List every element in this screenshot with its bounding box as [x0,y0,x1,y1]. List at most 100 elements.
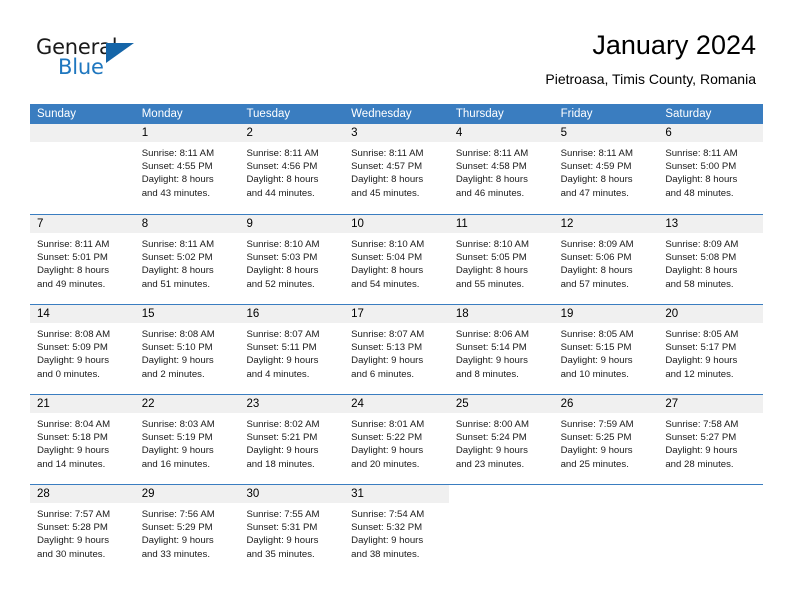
day-sun-info: Sunrise: 8:11 AM Sunset: 4:55 PM Daylight:… [135,142,240,200]
day-sunrise-text: Sunrise: 8:11 AM [351,148,424,159]
day-sunrise-text: Sunrise: 8:10 AM [246,239,320,250]
day-daylight2-text: and 54 minutes. [351,278,420,290]
calendar-day-cell[interactable]: 19 Sunrise: 8:05 AM Sunset: 5:15 PM Dayligh… [553,305,659,394]
day-sun-info: Sunrise: 8:10 AM Sunset: 5:03 PM Daylight:… [239,233,344,291]
day-daylight1-text: Daylight: 9 hours [560,355,633,367]
calendar-day-cell[interactable]: 6 Sunrise: 8:11 AM Sunset: 5:00 PM Daylight… [658,124,764,214]
calendar-day-cell[interactable]: 27 Sunrise: 7:58 AM Sunset: 5:27 PM Dayligh… [658,395,764,484]
calendar-day-cell[interactable]: 7 Sunrise: 8:11 AM Sunset: 5:01 PM Daylight… [30,215,135,304]
calendar-day-cell[interactable]: 2 Sunrise: 8:11 AM Sunset: 4:56 PM Daylight… [239,124,345,214]
day-daylight2-text: and 6 minutes. [351,368,415,380]
day-sunset-text: Sunset: 5:04 PM [351,252,423,264]
day-sunrise-text: Sunrise: 8:09 AM [560,239,634,250]
day-sunset-text: Sunset: 4:58 PM [455,161,527,173]
day-sun-info: Sunrise: 8:07 AM Sunset: 5:11 PM Daylight:… [239,323,344,381]
day-daylight1-text: Daylight: 9 hours [246,355,319,367]
day-sunset-text: Sunset: 5:22 PM [351,432,423,444]
day-sunset-text: Sunset: 5:09 PM [37,342,108,354]
day-number: 20 [658,305,764,323]
day-number: 2 [239,124,345,142]
day-number: 19 [553,305,659,323]
location-subtitle: Pietroasa, Timis County, Romania [545,71,756,87]
calendar-day-cell[interactable]: 5 Sunrise: 8:11 AM Sunset: 4:59 PM Daylight… [553,124,659,214]
day-daylight1-text: Daylight: 9 hours [37,445,109,457]
day-daylight1-text: Daylight: 9 hours [37,535,109,547]
day-number: 3 [344,124,449,142]
day-sun-info: Sunrise: 8:10 AM Sunset: 5:04 PM Daylight:… [344,233,449,291]
day-sun-info: Sunrise: 7:55 AM Sunset: 5:31 PM Daylight:… [239,503,344,561]
calendar-day-cell[interactable]: 12 Sunrise: 8:09 AM Sunset: 5:06 PM Dayligh… [553,215,659,304]
day-number: 21 [30,395,135,413]
calendar-day-cell[interactable]: 10 Sunrise: 8:10 AM Sunset: 5:04 PM Dayligh… [344,215,449,304]
day-sunset-text: Sunset: 5:02 PM [141,252,213,264]
calendar-page: General Blue January 2024 Pietroasa, Tim… [0,0,792,612]
weekday-header-monday: Monday [141,108,183,120]
calendar-day-cell[interactable]: 1 Sunrise: 8:11 AM Sunset: 4:55 PM Daylight… [134,124,240,214]
day-sunrise-text: Sunrise: 8:05 AM [560,329,634,340]
day-daylight2-text: and 51 minutes. [141,278,210,290]
day-number: 31 [344,485,449,503]
day-sunrise-text: Sunrise: 8:08 AM [37,329,111,340]
day-number: 29 [134,485,240,503]
day-daylight2-text: and 35 minutes. [246,548,315,560]
day-daylight2-text: and 20 minutes. [351,458,420,470]
day-sun-info: Sunrise: 8:11 AM Sunset: 5:00 PM Daylight:… [658,142,763,200]
calendar-day-cell[interactable]: 18 Sunrise: 8:06 AM Sunset: 5:14 PM Dayligh… [448,305,554,394]
day-daylight1-text: Daylight: 9 hours [37,355,109,367]
day-sunrise-text: Sunrise: 8:06 AM [455,329,529,340]
calendar-day-cell[interactable]: 29 Sunrise: 7:56 AM Sunset: 5:29 PM Dayligh… [134,485,240,574]
logo-triangle-icon [106,43,134,63]
day-number: 4 [448,124,554,142]
day-sunset-text: Sunset: 5:08 PM [665,252,737,264]
day-sun-info: Sunrise: 7:58 AM Sunset: 5:27 PM Daylight:… [658,413,763,471]
day-sun-info: Sunrise: 7:54 AM Sunset: 5:32 PM Daylight:… [344,503,449,561]
day-daylight2-text: and 2 minutes. [141,368,205,380]
calendar-day-cell[interactable]: 22 Sunrise: 8:03 AM Sunset: 5:19 PM Dayligh… [134,395,240,484]
day-daylight2-text: and 8 minutes. [455,368,519,380]
calendar-day-cell[interactable]: 13 Sunrise: 8:09 AM Sunset: 5:08 PM Dayligh… [658,215,764,304]
day-sunrise-text: Sunrise: 8:11 AM [665,148,738,159]
calendar-day-cell[interactable]: 4 Sunrise: 8:11 AM Sunset: 4:58 PM Daylight… [448,124,554,214]
calendar-day-cell[interactable]: 26 Sunrise: 7:59 AM Sunset: 5:25 PM Dayligh… [553,395,659,484]
calendar-day-cell[interactable]: 15 Sunrise: 8:08 AM Sunset: 5:10 PM Dayligh… [134,305,240,394]
day-daylight2-text: and 33 minutes. [141,548,210,560]
day-number: 16 [239,305,345,323]
calendar-week-row: 1 Sunrise: 8:11 AM Sunset: 4:55 PM Daylight… [30,124,764,214]
day-sun-info: Sunrise: 8:11 AM Sunset: 4:58 PM Daylight:… [449,142,554,200]
day-sun-info: Sunrise: 8:05 AM Sunset: 5:17 PM Daylight:… [658,323,763,381]
calendar-day-cell[interactable]: 17 Sunrise: 8:07 AM Sunset: 5:13 PM Dayligh… [344,305,449,394]
day-number: 25 [448,395,554,413]
day-number [30,124,135,142]
calendar-weeks: 1 Sunrise: 8:11 AM Sunset: 4:55 PM Daylight… [30,124,764,574]
day-number: 15 [134,305,240,323]
day-sunrise-text: Sunrise: 7:54 AM [351,509,425,520]
day-sunset-text: Sunset: 4:56 PM [246,161,318,173]
day-daylight1-text: Daylight: 8 hours [37,265,109,277]
day-number [658,485,764,503]
day-daylight1-text: Daylight: 8 hours [665,174,738,186]
day-sunset-text: Sunset: 5:10 PM [141,342,213,354]
day-sun-info: Sunrise: 8:11 AM Sunset: 5:02 PM Daylight:… [135,233,240,291]
calendar-day-cell[interactable]: 20 Sunrise: 8:05 AM Sunset: 5:17 PM Dayligh… [658,305,764,394]
day-sunrise-text: Sunrise: 8:04 AM [37,419,111,430]
calendar-day-cell[interactable]: 16 Sunrise: 8:07 AM Sunset: 5:11 PM Dayligh… [239,305,345,394]
calendar-day-cell[interactable]: 23 Sunrise: 8:02 AM Sunset: 5:21 PM Dayligh… [239,395,345,484]
day-daylight1-text: Daylight: 9 hours [351,535,424,547]
calendar-day-cell[interactable]: 8 Sunrise: 8:11 AM Sunset: 5:02 PM Daylight… [134,215,240,304]
calendar-day-cell[interactable]: 3 Sunrise: 8:11 AM Sunset: 4:57 PM Daylight… [344,124,449,214]
calendar-day-cell[interactable]: 30 Sunrise: 7:55 AM Sunset: 5:31 PM Dayligh… [239,485,345,574]
day-number: 10 [344,215,449,233]
day-daylight1-text: Daylight: 8 hours [141,174,214,186]
calendar-day-cell[interactable]: 24 Sunrise: 8:01 AM Sunset: 5:22 PM Dayligh… [344,395,449,484]
calendar-day-cell[interactable]: 11 Sunrise: 8:10 AM Sunset: 5:05 PM Dayligh… [448,215,554,304]
calendar-day-cell[interactable]: 14 Sunrise: 8:08 AM Sunset: 5:09 PM Dayligh… [30,305,135,394]
calendar-day-cell[interactable]: 25 Sunrise: 8:00 AM Sunset: 5:24 PM Dayligh… [448,395,554,484]
day-daylight1-text: Daylight: 9 hours [246,535,319,547]
day-sunrise-text: Sunrise: 7:59 AM [560,419,634,430]
calendar-day-cell[interactable]: 9 Sunrise: 8:10 AM Sunset: 5:03 PM Daylight… [239,215,345,304]
day-daylight2-text: and 16 minutes. [141,458,210,470]
calendar-day-cell[interactable]: 28 Sunrise: 7:57 AM Sunset: 5:28 PM Dayligh… [30,485,135,574]
calendar-day-cell[interactable]: 21 Sunrise: 8:04 AM Sunset: 5:18 PM Dayligh… [30,395,135,484]
calendar-day-cell[interactable]: 31 Sunrise: 7:54 AM Sunset: 5:32 PM Dayligh… [344,485,449,574]
day-sunset-text: Sunset: 5:17 PM [665,342,737,354]
